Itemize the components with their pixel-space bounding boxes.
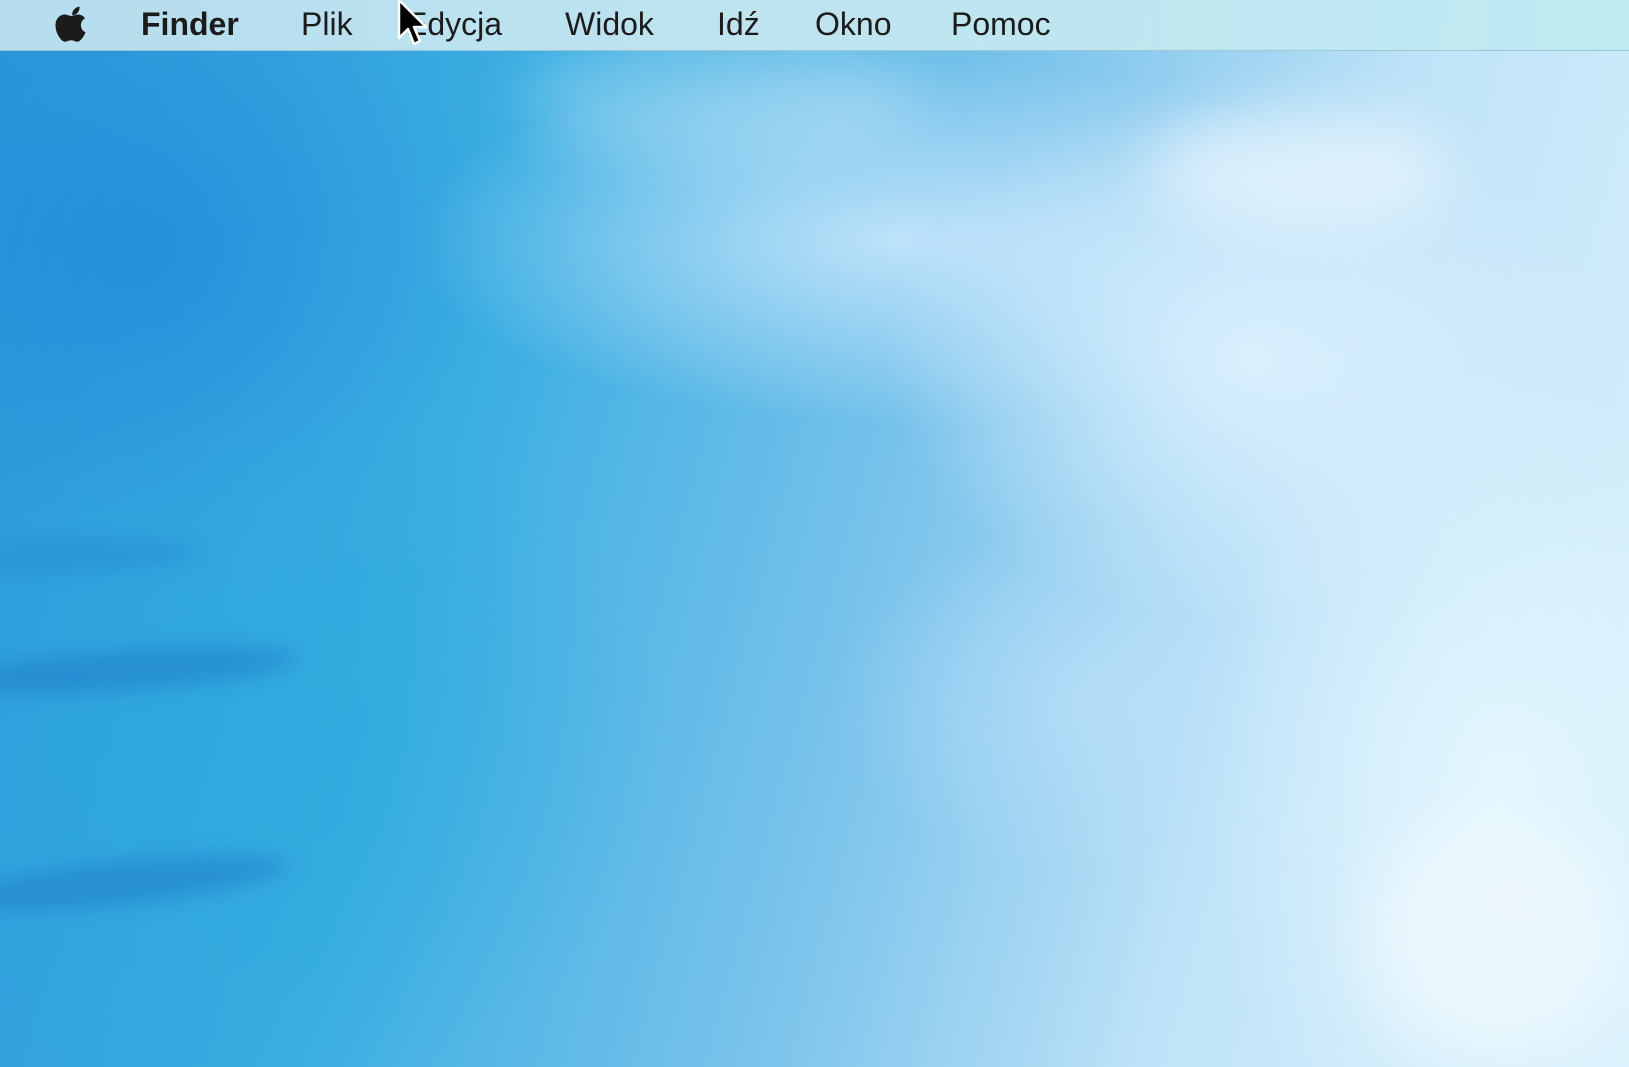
menu-widok[interactable]: Widok: [565, 0, 654, 48]
wallpaper-streak: [0, 536, 201, 574]
apple-logo-icon[interactable]: [54, 2, 92, 46]
screen: Finder Plik Edycja Widok Idź Okno Pomoc: [0, 0, 1629, 1067]
wallpaper-glow: [1150, 110, 1450, 230]
wallpaper-streak: [0, 638, 301, 702]
wallpaper-glow: [1360, 820, 1620, 1060]
wallpaper-glow: [520, 40, 920, 160]
menu-idz[interactable]: Idź: [717, 0, 760, 48]
menu-bar: Finder Plik Edycja Widok Idź Okno Pomoc: [0, 0, 1629, 51]
menu-plik[interactable]: Plik: [301, 0, 353, 48]
wallpaper-streak: [0, 843, 292, 921]
menu-pomoc[interactable]: Pomoc: [951, 0, 1051, 48]
desktop-wallpaper[interactable]: [0, 0, 1629, 1067]
menu-app-finder[interactable]: Finder: [141, 0, 239, 48]
menu-edycja[interactable]: Edycja: [406, 0, 502, 48]
menu-okno[interactable]: Okno: [815, 0, 891, 48]
